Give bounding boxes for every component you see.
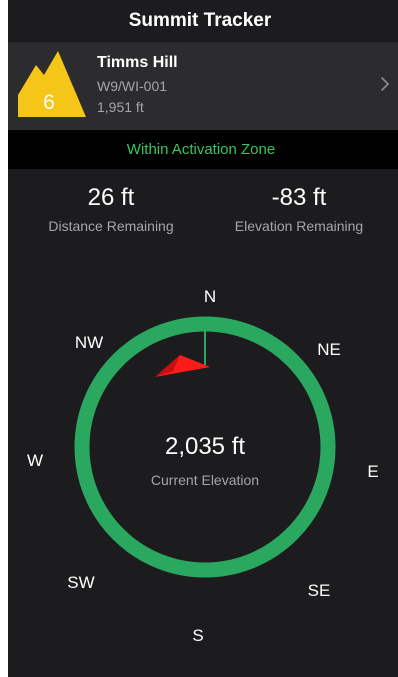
page-title: Summit Tracker: [128, 10, 272, 31]
compass-label-nw: NW: [74, 333, 104, 352]
summit-badge: 6: [18, 51, 86, 117]
activation-zone-banner: Within Activation Zone: [8, 130, 398, 169]
elevation-remaining-label: Elevation Remaining: [234, 218, 364, 234]
navigation-bar: Summit Tracker: [8, 0, 398, 42]
elevation-remaining-stat: -83 ft Elevation Remaining: [222, 183, 376, 234]
app-screen: Summit Tracker 6 Timms Hill W9/WI-001 1,…: [8, 0, 398, 677]
current-elevation-label: Current Elevation: [150, 472, 260, 488]
summit-reference: W9/WI-001: [97, 78, 168, 94]
activation-zone-status: Within Activation Zone: [126, 141, 276, 158]
compass-label-w: W: [26, 451, 44, 470]
summit-row[interactable]: 6 Timms Hill W9/WI-001 1,951 ft: [8, 42, 398, 130]
compass: [74, 316, 336, 578]
compass-label-ne: NE: [317, 340, 341, 359]
summit-badge-number: 6: [43, 91, 55, 114]
compass-label-sw: SW: [67, 573, 95, 592]
heading-needle: [155, 355, 210, 377]
distance-remaining-label: Distance Remaining: [48, 218, 174, 234]
summit-altitude: 1,951 ft: [97, 99, 144, 115]
chevron-right-icon: [381, 77, 389, 91]
elevation-remaining-value: -83 ft: [271, 184, 327, 211]
distance-remaining-stat: 26 ft Distance Remaining: [38, 183, 184, 234]
compass-label-e: E: [367, 462, 379, 481]
compass-label-n: N: [203, 287, 217, 306]
distance-remaining-value: 26 ft: [87, 184, 135, 211]
current-elevation-value: 2,035 ft: [164, 433, 246, 460]
mountain-icon: 6: [18, 51, 86, 117]
compass-label-se: SE: [307, 581, 331, 600]
summit-name: Timms Hill: [97, 54, 178, 71]
compass-label-s: S: [192, 626, 204, 645]
